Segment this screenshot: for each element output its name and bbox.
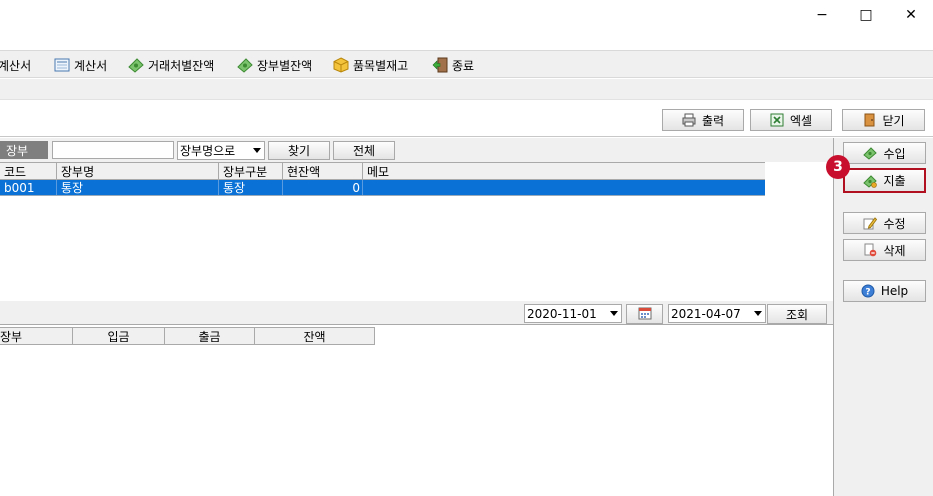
menu-item-label: 계산서	[0, 58, 32, 73]
date-from-picker[interactable]: 2020-11-01	[524, 304, 622, 323]
calculator-icon	[54, 57, 70, 73]
excel-icon	[770, 113, 784, 127]
action-toolbar: 출력 엑셀 닫기	[0, 101, 933, 137]
ledger-field-label: 장부	[0, 141, 48, 159]
edit-button[interactable]: 수정	[843, 212, 926, 234]
search-mode-value: 장부명으로	[180, 144, 236, 158]
chevron-down-icon	[754, 311, 762, 316]
delete-label: 삭제	[883, 243, 906, 258]
date-to-value: 2021-04-07	[671, 306, 741, 321]
table-row[interactable]: b001 통장 통장 0	[0, 180, 765, 196]
maximize-button[interactable]: □	[843, 0, 889, 30]
ledger-grid: 코드 장부명 장부구분 현잔액 메모 b001 통장 통장 0	[0, 162, 765, 196]
edit-label: 수정	[883, 216, 906, 231]
money-icon	[237, 57, 253, 73]
search-mode-select[interactable]: 장부명으로	[177, 141, 265, 160]
printer-icon	[682, 113, 696, 127]
income-button[interactable]: 수입	[843, 142, 926, 164]
query-label: 조회	[785, 307, 809, 322]
menu-item-invoice[interactable]: 계산서	[54, 51, 107, 79]
menu-item-invoice-partial[interactable]: 계산서	[0, 51, 31, 79]
print-label: 출력	[701, 113, 725, 128]
sub-toolbar-strip	[0, 79, 933, 100]
pencil-icon	[863, 216, 878, 230]
side-action-panel: 수입 지출 수정 삭제 ? Help	[833, 138, 933, 496]
ledger-grid-header: 코드 장부명 장부구분 현잔액 메모	[0, 162, 765, 180]
chevron-down-icon	[253, 148, 261, 153]
column-header-memo[interactable]: 메모	[363, 163, 765, 180]
money-icon	[128, 57, 144, 73]
calendar-button[interactable]	[626, 304, 663, 324]
expense-button[interactable]: 지출	[843, 168, 926, 193]
find-label: 찾기	[287, 144, 311, 158]
date-filter-row: 2020-11-01 2021-04-07 조회	[0, 301, 833, 325]
close-label: 닫기	[882, 113, 905, 128]
expense-label: 지출	[883, 174, 906, 188]
minimize-button[interactable]: −	[799, 0, 845, 30]
door-icon	[862, 113, 876, 127]
money-icon	[863, 174, 878, 188]
menu-bar: 계산서 계산서 거래처별잔액 장부별잔액 품목별재고 종료	[0, 50, 933, 78]
transaction-grid-header: 장부 입금 출금 잔액	[0, 327, 375, 345]
menu-item-label: 종료	[452, 58, 475, 73]
exit-door-icon	[432, 57, 448, 73]
excel-button[interactable]: 엑셀	[750, 109, 832, 131]
money-icon	[863, 146, 878, 160]
step-badge: 3	[826, 155, 850, 179]
cell-name: 통장	[57, 180, 219, 195]
delete-button[interactable]: 삭제	[843, 239, 926, 261]
delete-document-icon	[863, 243, 877, 257]
print-button[interactable]: 출력	[662, 109, 744, 131]
cell-balance: 0	[283, 180, 363, 195]
column-header-deposit[interactable]: 입금	[73, 328, 165, 345]
main-panel: 장부 장부명으로 찾기 전체 코드 장부명 장부구분 현잔액 메모 b001 통…	[0, 138, 833, 496]
column-header-balance[interactable]: 현잔액	[283, 163, 363, 180]
find-button[interactable]: 찾기	[268, 141, 330, 160]
menu-item-item-stock[interactable]: 품목별재고	[333, 51, 408, 79]
menu-item-label: 계산서	[74, 58, 108, 73]
cell-type: 통장	[219, 180, 283, 195]
help-label: Help	[880, 284, 909, 298]
cell-memo	[363, 180, 765, 195]
column-header-name[interactable]: 장부명	[57, 163, 219, 180]
search-input[interactable]	[52, 141, 174, 159]
menu-item-label: 품목별재고	[353, 58, 409, 73]
query-button[interactable]: 조회	[767, 304, 827, 324]
date-to-picker[interactable]: 2021-04-07	[668, 304, 766, 323]
income-label: 수입	[883, 146, 906, 161]
chevron-down-icon	[610, 311, 618, 316]
excel-label: 엑셀	[789, 113, 813, 128]
close-window-button[interactable]: ✕	[888, 0, 933, 30]
calendar-icon	[638, 306, 652, 323]
window-title-bar: − □ ✕	[0, 0, 933, 50]
menu-item-client-balance[interactable]: 거래처별잔액	[128, 51, 214, 79]
column-header-withdrawal[interactable]: 출금	[165, 328, 255, 345]
box-icon	[333, 57, 349, 73]
column-header-ledger[interactable]: 장부	[0, 328, 73, 345]
show-all-button[interactable]: 전체	[333, 141, 395, 160]
column-header-code[interactable]: 코드	[0, 163, 57, 180]
cell-code: b001	[0, 180, 57, 195]
help-icon: ?	[861, 284, 875, 298]
column-header-type[interactable]: 장부구분	[219, 163, 283, 180]
show-all-label: 전체	[352, 144, 376, 158]
svg-text:?: ?	[865, 288, 870, 298]
date-from-value: 2020-11-01	[527, 306, 597, 321]
menu-item-label: 장부별잔액	[257, 58, 313, 73]
close-button[interactable]: 닫기	[842, 109, 925, 131]
search-row: 장부 장부명으로 찾기 전체	[0, 138, 833, 162]
menu-item-ledger-balance[interactable]: 장부별잔액	[237, 51, 312, 79]
help-button[interactable]: ? Help	[843, 280, 926, 302]
column-header-balance[interactable]: 잔액	[255, 328, 374, 345]
menu-item-label: 거래처별잔액	[148, 58, 215, 73]
menu-item-exit[interactable]: 종료	[432, 51, 474, 79]
